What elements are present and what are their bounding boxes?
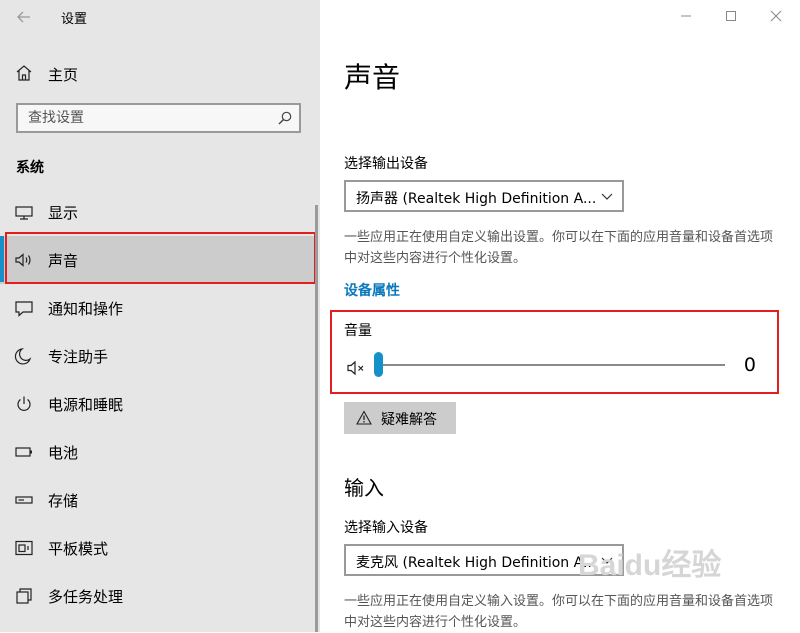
search-input[interactable]: [18, 105, 273, 131]
battery-icon: [15, 447, 32, 457]
device-properties-link[interactable]: 设备属性: [344, 280, 400, 300]
warning-icon: [356, 410, 372, 425]
output-device-dropdown[interactable]: 扬声器 (Realtek High Definition A...: [344, 180, 624, 212]
sidebar-item-label: 显示: [48, 204, 79, 222]
search-box: [16, 103, 301, 133]
close-button[interactable]: [754, 2, 798, 30]
sidebar-item-label: 平板模式: [48, 540, 109, 558]
watermark: Baidu经验: [578, 549, 722, 582]
sidebar-item-label: 存储: [48, 492, 79, 510]
selection-indicator: [0, 236, 4, 282]
app-title: 设置: [61, 12, 88, 27]
highlight-box-sound: [5, 232, 316, 284]
moon-icon: [14, 348, 32, 365]
input-device-label: 选择输入设备: [344, 520, 428, 536]
speaker-muted-icon: [347, 360, 364, 376]
minimize-icon: [681, 15, 691, 17]
notification-icon: [15, 301, 33, 317]
search-icon[interactable]: [277, 110, 293, 126]
output-description: 一些应用正在使用自定义输出设置。你可以在下面的应用音量和设备首选项中对这些内容进…: [344, 230, 774, 266]
sidebar-item-label: 通知和操作: [48, 300, 124, 318]
output-device-value: 扬声器 (Realtek High Definition A...: [356, 191, 597, 207]
storage-icon: [15, 496, 33, 504]
tablet-mode-icon: [15, 540, 33, 556]
sidebar-item-label: 专注助手: [48, 348, 109, 366]
power-icon: [17, 396, 31, 411]
sidebar-item-label: 电源和睡眠: [48, 396, 124, 414]
home-icon: [16, 65, 32, 81]
input-section-title: 输入: [344, 476, 384, 500]
chevron-down-icon: [601, 193, 613, 200]
sidebar-item-label: 主页: [48, 66, 79, 84]
page-title: 声音: [344, 61, 401, 94]
sidebar-scrollbar[interactable]: [315, 205, 318, 632]
troubleshoot-button[interactable]: 疑难解答: [344, 402, 456, 434]
display-icon: [15, 206, 33, 220]
volume-slider-track[interactable]: [378, 364, 725, 366]
troubleshoot-label: 疑难解答: [381, 412, 437, 428]
sidebar-item-label: 电池: [48, 444, 79, 462]
input-device-value: 麦克风 (Realtek High Definition A...: [356, 555, 597, 571]
back-arrow-icon: [17, 11, 30, 23]
sidebar-item-label: 多任务处理: [48, 588, 124, 606]
sidebar-item-home[interactable]: 主页: [0, 57, 318, 91]
sidebar: 设置 主页 系统 显示 声音 通知和操作: [0, 0, 320, 632]
section-label-system: 系统: [16, 160, 44, 176]
main-content: 声音 选择输出设备 扬声器 (Realtek High Definition A…: [320, 0, 800, 632]
output-device-label: 选择输出设备: [344, 156, 428, 172]
highlight-box-volume: [330, 310, 779, 394]
back-button[interactable]: [10, 4, 38, 30]
sidebar-item-display[interactable]: 显示: [0, 188, 314, 236]
close-icon: [770, 10, 782, 22]
maximize-icon: [726, 11, 736, 21]
maximize-button[interactable]: [709, 2, 753, 30]
sidebar-item-focus-assist[interactable]: 专注助手: [0, 332, 314, 380]
sidebar-item-battery[interactable]: 电池: [0, 428, 314, 476]
sidebar-item-tablet-mode[interactable]: 平板模式: [0, 524, 314, 572]
multitasking-icon: [16, 588, 32, 604]
volume-value: 0: [743, 354, 756, 376]
sidebar-item-multitasking[interactable]: 多任务处理: [0, 572, 314, 620]
sidebar-item-notifications[interactable]: 通知和操作: [0, 284, 314, 332]
minimize-button[interactable]: [664, 2, 708, 30]
volume-label: 音量: [344, 323, 372, 339]
sidebar-item-power-sleep[interactable]: 电源和睡眠: [0, 380, 314, 428]
input-description: 一些应用正在使用自定义输入设置。你可以在下面的应用音量和设备首选项中对这些内容进…: [344, 594, 774, 630]
sidebar-item-storage[interactable]: 存储: [0, 476, 314, 524]
volume-slider-thumb[interactable]: [374, 352, 383, 377]
mute-button[interactable]: [347, 359, 369, 381]
